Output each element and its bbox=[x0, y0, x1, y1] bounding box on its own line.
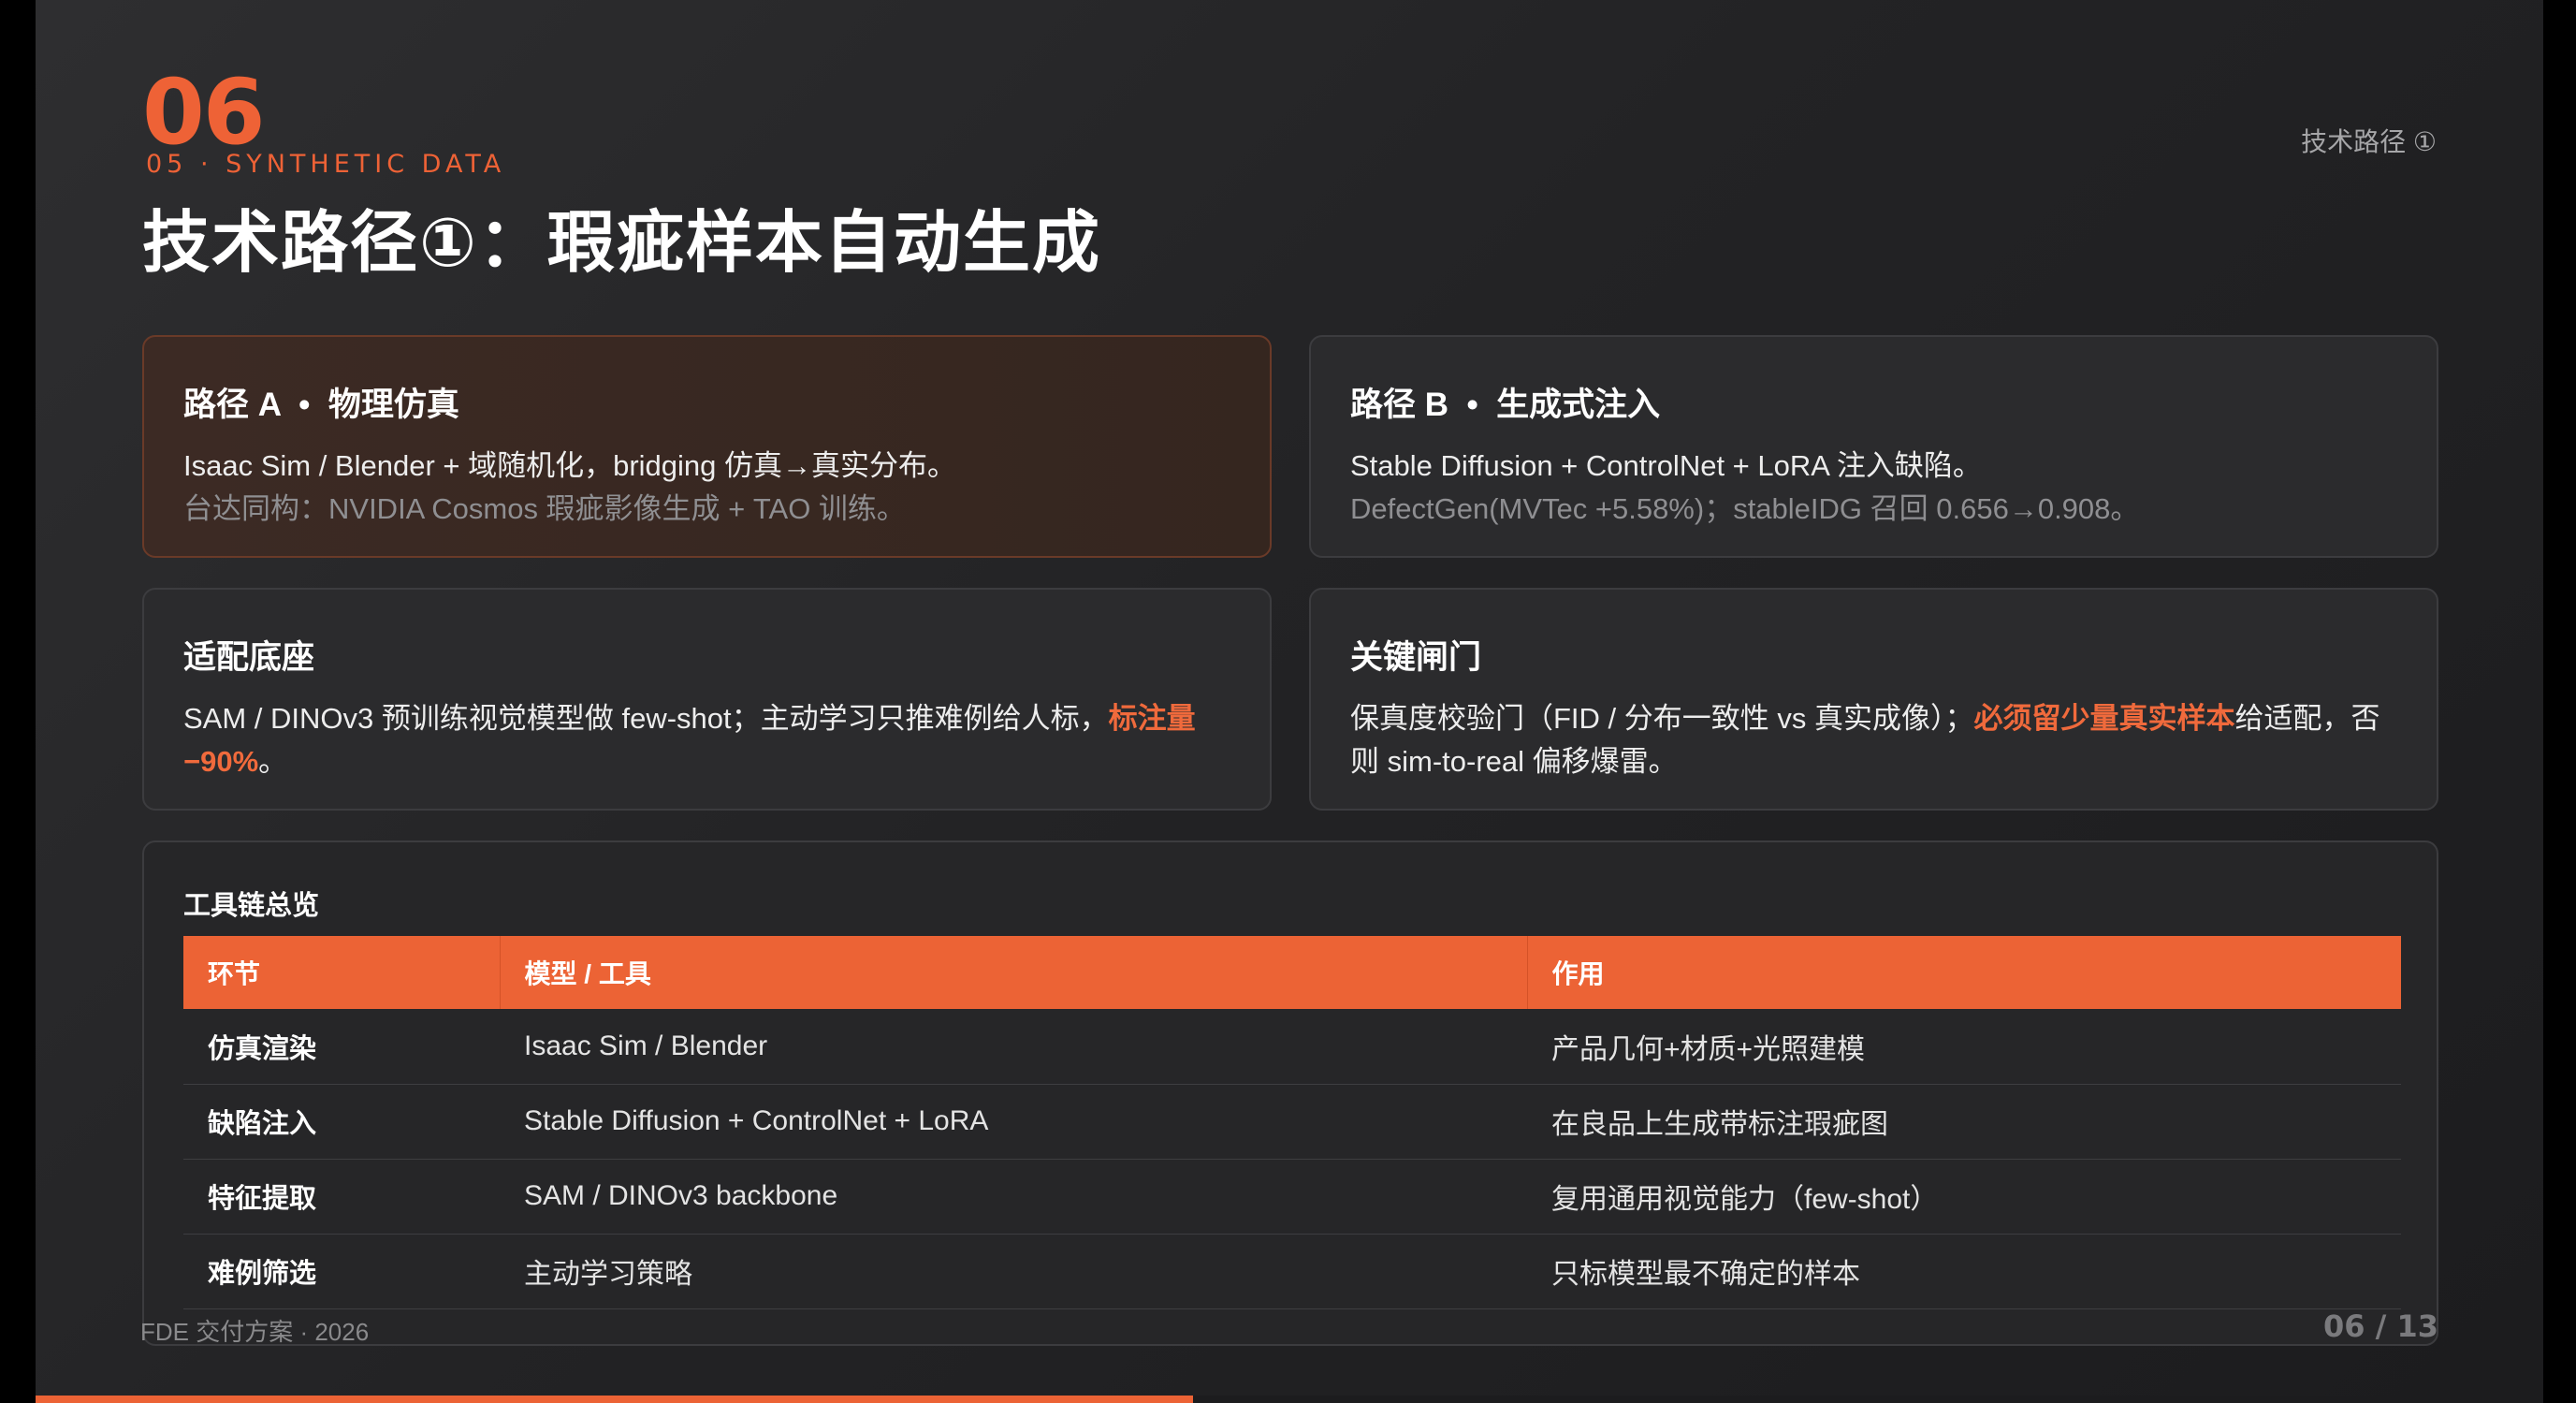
table-header-row: 环节 模型 / 工具 作用 bbox=[183, 936, 2401, 1009]
table-row: 缺陷注入 Stable Diffusion + ControlNet + LoR… bbox=[183, 1084, 2401, 1160]
cell-stage: 难例筛选 bbox=[183, 1234, 500, 1309]
card-line: Isaac Sim / Blender + 域随机化，bridging 仿真→真… bbox=[183, 449, 957, 482]
page-title: 技术路径①：瑕疵样本自动生成 bbox=[142, 206, 1101, 281]
cell-tool: Isaac Sim / Blender bbox=[500, 1009, 1527, 1085]
card-title: 路径 B • 生成式注入 bbox=[1350, 387, 1661, 423]
footer-label: FDE 交付方案 · 2026 bbox=[140, 1318, 370, 1346]
card-text: 保真度校验门（FID / 分布一致性 vs 真实成像）； bbox=[1350, 702, 1974, 735]
cell-tool: 主动学习策略 bbox=[500, 1234, 1527, 1309]
card-body: 保真度校验门（FID / 分布一致性 vs 真实成像）；必须留少量真实样本给适配… bbox=[1350, 697, 2397, 783]
card-title: 关键闸门 bbox=[1350, 639, 1482, 676]
table-row: 仿真渲染 Isaac Sim / Blender 产品几何+材质+光照建模 bbox=[183, 1009, 2401, 1085]
card-title: 路径 A • 物理仿真 bbox=[183, 387, 459, 423]
toolchain-panel: 工具链总览 环节 模型 / 工具 作用 仿真渲染 Isaac Sim / Ble… bbox=[142, 840, 2438, 1346]
section-label: 05 · SYNTHETIC DATA bbox=[146, 150, 506, 179]
column-header-stage: 环节 bbox=[183, 936, 500, 1009]
card-path-a: 路径 A • 物理仿真 Isaac Sim / Blender + 域随机化，b… bbox=[142, 335, 1272, 558]
progress-fill bbox=[36, 1396, 1193, 1403]
toolchain-table: 环节 模型 / 工具 作用 仿真渲染 Isaac Sim / Blender 产… bbox=[183, 936, 2401, 1309]
cell-role: 在良品上生成带标注瑕疵图 bbox=[1527, 1084, 2401, 1160]
card-path-b: 路径 B • 生成式注入 Stable Diffusion + ControlN… bbox=[1309, 335, 2438, 558]
card-body: SAM / DINOv3 预训练视觉模型做 few-shot；主动学习只推难例给… bbox=[183, 697, 1230, 783]
page-counter: 06 / 13 bbox=[2322, 1308, 2438, 1344]
card-line-muted: DefectGen(MVTec +5.58%)；stableIDG 召回 0.6… bbox=[1350, 492, 2140, 525]
column-header-tool: 模型 / 工具 bbox=[499, 936, 1527, 1009]
cell-tool: Stable Diffusion + ControlNet + LoRA bbox=[500, 1084, 1527, 1160]
card-accent: 必须留少量真实样本 bbox=[1973, 702, 2235, 735]
cell-role: 复用通用视觉能力（few-shot） bbox=[1527, 1159, 2401, 1235]
table-row: 特征提取 SAM / DINOv3 backbone 复用通用视觉能力（few-… bbox=[183, 1159, 2401, 1235]
cell-stage: 仿真渲染 bbox=[183, 1009, 500, 1085]
card-adapter-base: 适配底座 SAM / DINOv3 预训练视觉模型做 few-shot；主动学习… bbox=[142, 588, 1272, 811]
cell-stage: 特征提取 bbox=[183, 1159, 500, 1235]
cell-stage: 缺陷注入 bbox=[183, 1084, 500, 1160]
cell-role: 产品几何+材质+光照建模 bbox=[1527, 1009, 2401, 1085]
card-title: 适配底座 bbox=[183, 639, 315, 676]
progress-bar bbox=[36, 1396, 2543, 1403]
cell-role: 只标模型最不确定的样本 bbox=[1527, 1234, 2401, 1309]
table-row: 难例筛选 主动学习策略 只标模型最不确定的样本 bbox=[183, 1234, 2401, 1309]
card-text-end: 。 bbox=[258, 745, 288, 778]
corner-tag: 技术路径 ① bbox=[2301, 127, 2437, 156]
card-key-gate: 关键闸门 保真度校验门（FID / 分布一致性 vs 真实成像）；必须留少量真实… bbox=[1309, 588, 2438, 811]
column-header-role: 作用 bbox=[1526, 936, 2401, 1009]
card-text: SAM / DINOv3 预训练视觉模型做 few-shot；主动学习只推难例给… bbox=[183, 702, 1109, 735]
slide: 06 05 · SYNTHETIC DATA 技术路径①：瑕疵样本自动生成 技术… bbox=[36, 0, 2543, 1403]
slide-number: 06 bbox=[142, 60, 266, 165]
toolchain-title: 工具链总览 bbox=[183, 891, 320, 921]
cell-tool: SAM / DINOv3 backbone bbox=[500, 1159, 1527, 1235]
card-line: Stable Diffusion + ControlNet + LoRA 注入缺… bbox=[1350, 449, 1982, 482]
card-line-muted: 台达同构：NVIDIA Cosmos 瑕疵影像生成 + TAO 训练。 bbox=[183, 492, 906, 525]
